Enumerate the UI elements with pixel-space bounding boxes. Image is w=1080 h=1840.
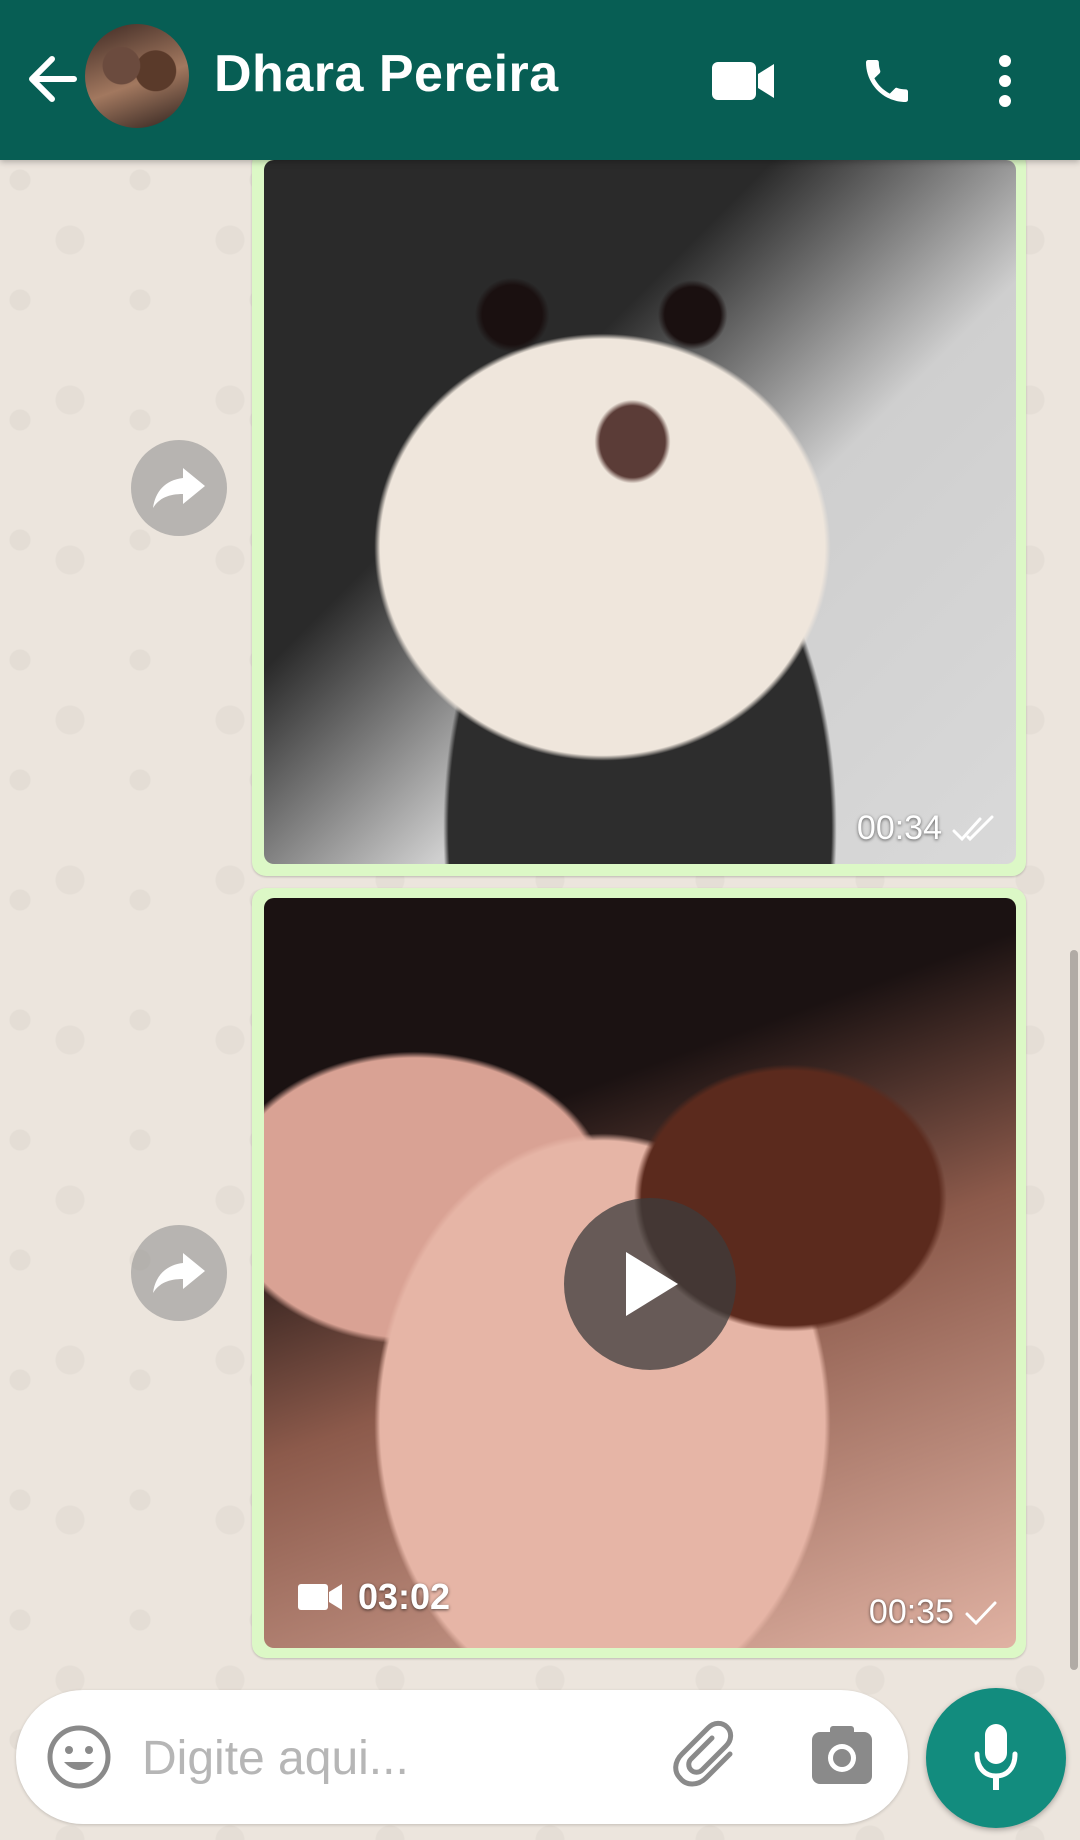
- forward-button[interactable]: [131, 440, 227, 536]
- microphone-icon: [974, 1724, 1018, 1790]
- play-button[interactable]: [564, 1198, 736, 1370]
- phone-icon: [866, 60, 908, 102]
- camera-icon[interactable]: [810, 1724, 874, 1788]
- message-composer: [16, 1690, 908, 1824]
- video-call-button[interactable]: [708, 46, 778, 116]
- back-button[interactable]: [22, 46, 82, 112]
- voice-call-button[interactable]: [852, 46, 922, 116]
- forward-button[interactable]: [131, 1225, 227, 1321]
- chat-header: Dhara Pereira: [0, 0, 1080, 160]
- video-camera-icon: [298, 1584, 342, 1610]
- arrow-left-icon: [29, 56, 77, 102]
- menu-button[interactable]: [980, 46, 1030, 116]
- message-timestamp: 00:34: [857, 809, 998, 848]
- video-camera-icon: [712, 62, 774, 100]
- play-icon: [626, 1252, 678, 1316]
- message-bubble-video[interactable]: 03:02 00:35: [252, 888, 1026, 1658]
- message-input[interactable]: [140, 1718, 664, 1798]
- paperclip-icon[interactable]: [672, 1720, 746, 1794]
- video-duration: 03:02: [298, 1576, 450, 1618]
- image-thumbnail[interactable]: [264, 160, 1016, 864]
- emoji-icon[interactable]: [46, 1724, 112, 1790]
- message-bubble-image[interactable]: 00:34: [252, 150, 1026, 876]
- forward-arrow-icon: [153, 1253, 205, 1293]
- double-check-icon: [952, 815, 994, 841]
- forward-arrow-icon: [153, 468, 205, 508]
- message-timestamp: 00:35: [869, 1593, 998, 1632]
- contact-avatar[interactable]: [85, 24, 189, 128]
- single-check-icon: [965, 1601, 997, 1625]
- more-vertical-icon: [999, 55, 1011, 107]
- scrollbar[interactable]: [1070, 950, 1078, 1670]
- video-thumbnail[interactable]: 03:02: [264, 898, 1016, 1648]
- voice-record-button[interactable]: [926, 1688, 1066, 1828]
- contact-name[interactable]: Dhara Pereira: [214, 44, 559, 104]
